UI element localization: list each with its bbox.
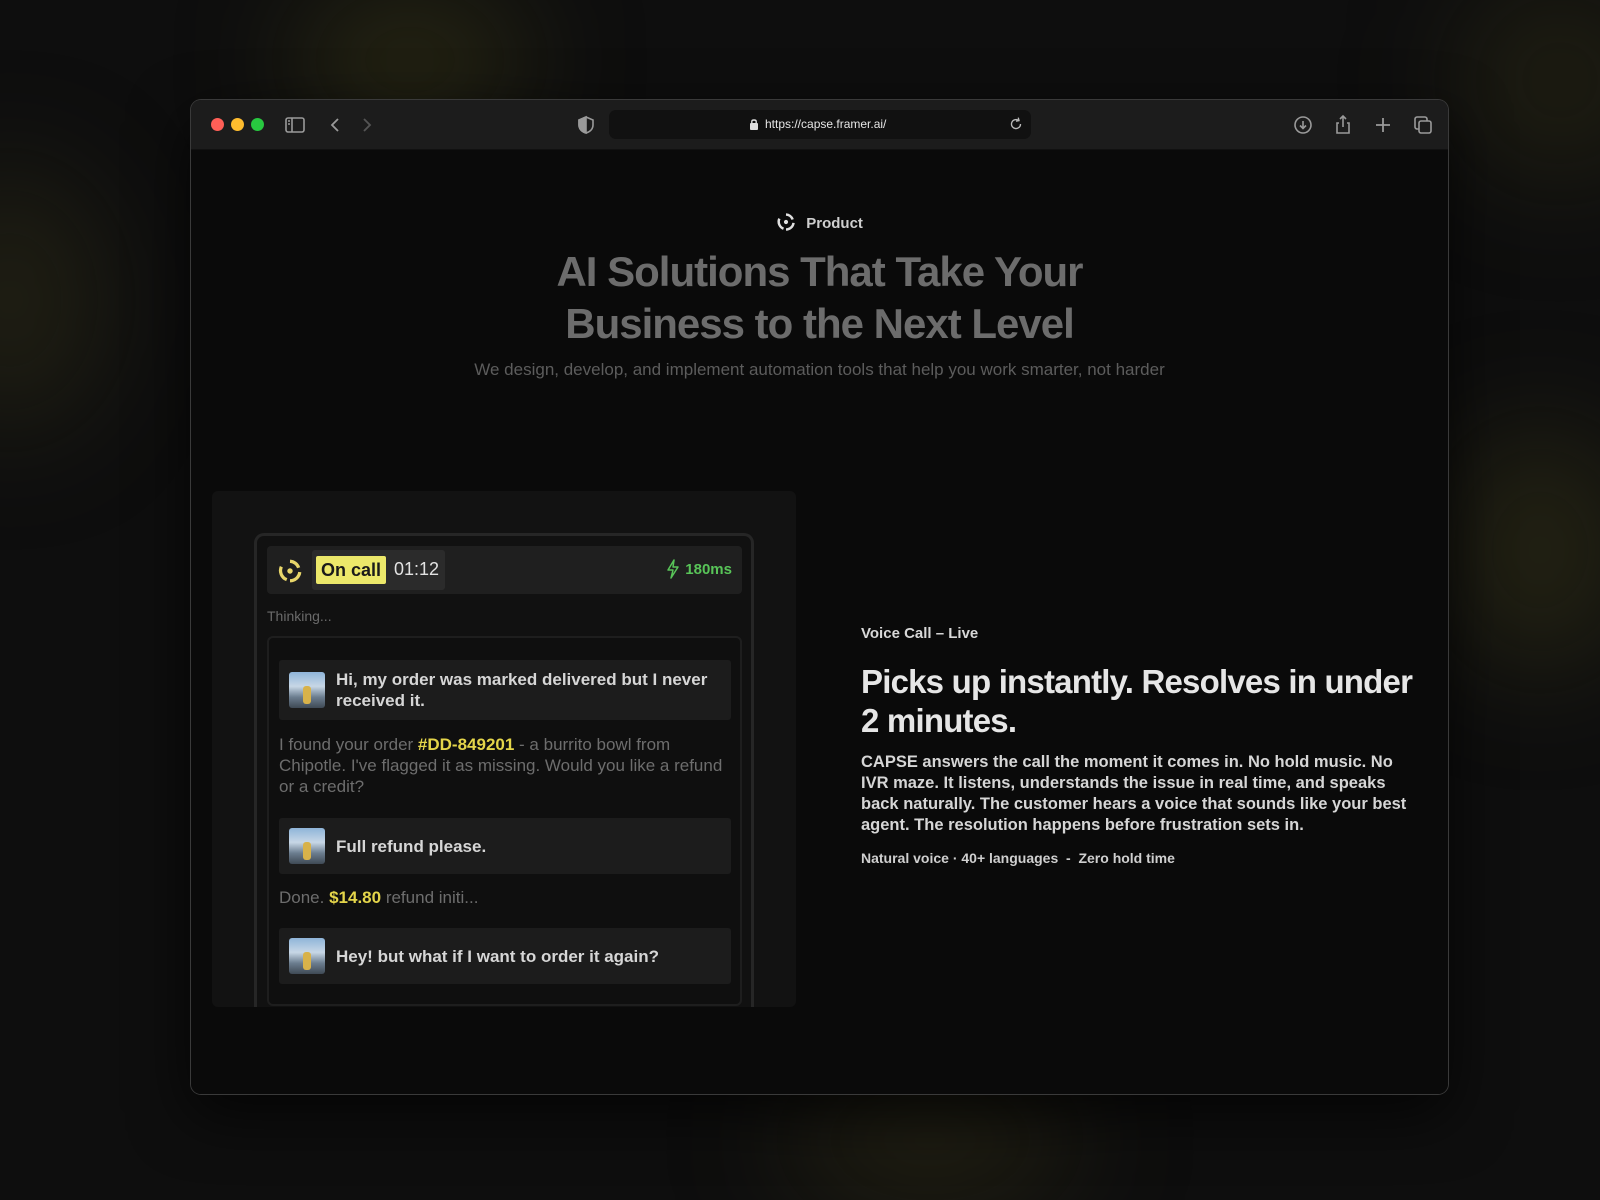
share-icon[interactable] <box>1331 113 1355 137</box>
order-number: #DD-849201 <box>417 735 515 754</box>
user-avatar-icon <box>289 672 325 708</box>
page-content: Product AI Solutions That Take Your Busi… <box>191 150 1448 1094</box>
background-glow <box>780 1080 1080 1200</box>
user-message: Hey! but what if I want to order it agai… <box>279 928 731 984</box>
lock-icon <box>750 119 758 130</box>
browser-window: https://capse.framer.ai/ Product AI Solu… <box>191 100 1448 1094</box>
tabs-overview-icon[interactable] <box>1411 113 1435 137</box>
section-kicker-label: Product <box>806 215 863 232</box>
background-glow <box>1450 430 1600 670</box>
agent-message: I found your order #DD-849201 - a burrit… <box>279 734 731 797</box>
back-chevron-icon[interactable] <box>323 113 347 137</box>
message-text: I found your order <box>279 735 418 754</box>
call-demo-panel: On call 01:12 180ms Thinking... Hi, my o… <box>212 491 796 1007</box>
lightning-icon <box>667 559 680 579</box>
call-demo-device: On call 01:12 180ms Thinking... Hi, my o… <box>254 533 754 1007</box>
page-title-line: AI Solutions That Take Your <box>556 248 1083 295</box>
agent-message: Done. $14.80 refund initi... <box>279 887 731 908</box>
page-subtitle: We design, develop, and implement automa… <box>474 360 1165 379</box>
feature-tags: Natural voice · 40+ languages - Zero hol… <box>861 850 1175 866</box>
shield-icon[interactable] <box>574 113 598 137</box>
section-kicker: Product <box>191 212 1448 232</box>
capse-logo-icon <box>278 559 302 583</box>
new-tab-icon[interactable] <box>1371 113 1395 137</box>
message-text: Hey! but what if I want to order it agai… <box>336 947 660 966</box>
minimize-window-button[interactable] <box>231 118 244 131</box>
browser-toolbar: https://capse.framer.ai/ <box>191 100 1448 150</box>
page-title: AI Solutions That Take Your Business to … <box>191 246 1448 350</box>
feature-title: Picks up instantly. Resolves in under 2 … <box>861 663 1413 739</box>
feature-body: CAPSE answers the call the moment it com… <box>861 753 1407 834</box>
call-status-group: On call 01:12 <box>312 550 445 590</box>
background-glow <box>0 170 100 430</box>
zoom-window-button[interactable] <box>251 118 264 131</box>
url-text: https://capse.framer.ai/ <box>765 117 887 131</box>
on-call-badge: On call <box>316 556 387 584</box>
latency-value: 180ms <box>685 561 732 578</box>
forward-chevron-icon[interactable] <box>355 113 379 137</box>
message-text: Full refund please. <box>336 837 487 856</box>
page-title-line: Business to the Next Level <box>565 300 1074 347</box>
call-status-bar: On call 01:12 180ms <box>267 546 742 594</box>
message-text: Hi, my order was marked delivered but I … <box>336 670 708 710</box>
message-text: Done. <box>279 888 330 907</box>
user-avatar-icon <box>289 828 325 864</box>
close-window-button[interactable] <box>211 118 224 131</box>
refund-amount: $14.80 <box>329 888 382 907</box>
reload-icon[interactable] <box>1007 115 1025 133</box>
user-message: Hi, my order was marked delivered but I … <box>279 660 731 720</box>
download-icon[interactable] <box>1291 113 1315 137</box>
thinking-status: Thinking... <box>267 608 332 624</box>
message-text: refund initi... <box>381 888 479 907</box>
user-message: Full refund please. <box>279 818 731 874</box>
call-timer: 01:12 <box>394 559 440 579</box>
capse-logo-icon <box>777 213 795 231</box>
latency-indicator: 180ms <box>665 559 732 579</box>
sidebar-icon[interactable] <box>283 113 307 137</box>
address-bar[interactable]: https://capse.framer.ai/ <box>609 110 1031 139</box>
background-glow <box>1460 0 1600 180</box>
user-avatar-icon <box>289 938 325 974</box>
call-transcript: Hi, my order was marked delivered but I … <box>267 636 742 1006</box>
feature-kicker: Voice Call – Live <box>861 625 979 642</box>
